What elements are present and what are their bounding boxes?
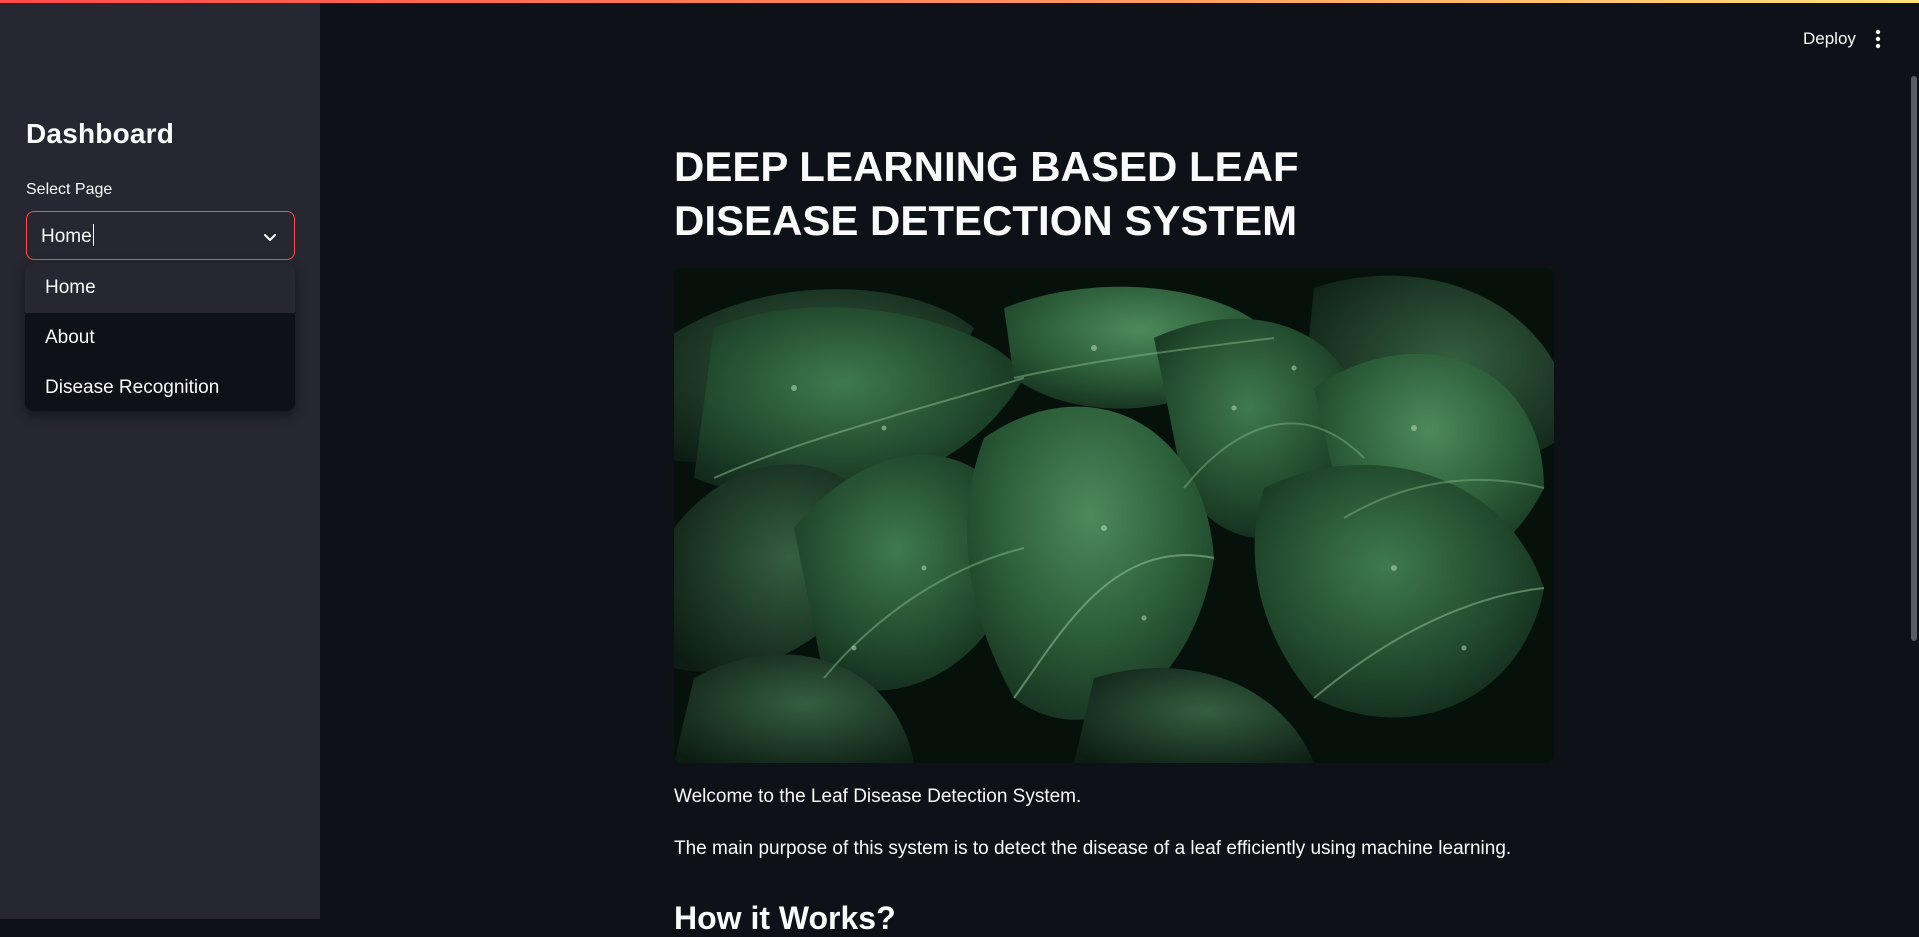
page-title: DEEP LEARNING BASED LEAF DISEASE DETECTI… xyxy=(674,143,1299,244)
more-vertical-icon[interactable] xyxy=(1866,24,1890,54)
dropdown-option-home[interactable]: Home xyxy=(25,263,295,313)
deploy-button[interactable]: Deploy xyxy=(1791,24,1868,54)
main-scrollbar[interactable] xyxy=(1911,76,1917,641)
page-dropdown-menu: Home About Disease Recognition xyxy=(25,263,295,411)
chevron-down-icon[interactable] xyxy=(262,229,278,245)
main-content: Deploy DEEP LEARNING BASED LEAF DISEASE … xyxy=(320,0,1919,936)
page-select[interactable]: Home xyxy=(26,211,295,260)
sidebar: Dashboard Select Page Home Home About Di… xyxy=(0,0,320,919)
dropdown-option-disease-recognition[interactable]: Disease Recognition xyxy=(25,363,295,411)
page-select-value[interactable]: Home xyxy=(41,224,95,248)
top-accent-bar xyxy=(0,0,1919,3)
select-page-label: Select Page xyxy=(26,181,113,198)
text-caret xyxy=(92,224,95,246)
dropdown-option-about[interactable]: About xyxy=(25,313,295,363)
purpose-text: The main purpose of this system is to de… xyxy=(674,838,1512,859)
sidebar-title: Dashboard xyxy=(26,118,175,149)
welcome-text: Welcome to the Leaf Disease Detection Sy… xyxy=(674,786,1082,807)
leaf-hero-image xyxy=(674,268,1554,763)
leaf-illustration xyxy=(674,268,1554,763)
